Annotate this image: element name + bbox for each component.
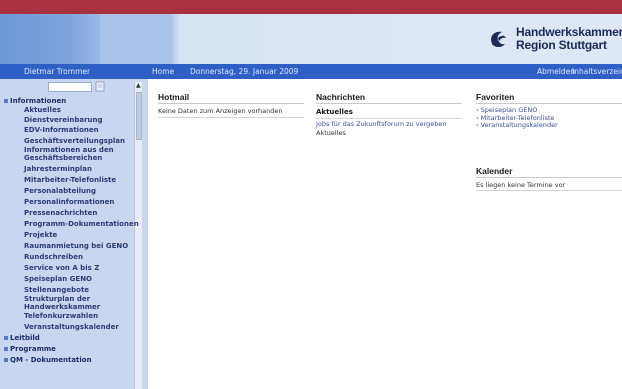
sidebar-item[interactable]: Mitarbeiter-Telefonliste: [24, 176, 116, 184]
sidebar-group-label: Informationen: [10, 97, 67, 105]
logo[interactable]: Handwerkskammer Region Stuttgart: [488, 24, 622, 54]
sidebar: ▲ Informationen Aktuelles Dienstvereinba…: [0, 79, 148, 389]
sidebar-item[interactable]: Raumanmietung bei GENO: [24, 242, 128, 250]
sidebar-item[interactable]: Jahresterminplan: [24, 165, 92, 173]
hotmail-panel: Hotmail Keine Daten zum Anzeigen vorhand…: [158, 92, 304, 118]
favorite-link[interactable]: › Veranstaltungskalender: [476, 121, 622, 130]
sidebar-item[interactable]: Veranstaltungskalender: [24, 323, 119, 331]
sidebar-item[interactable]: Geschäftsverteilungsplan: [24, 137, 125, 145]
news-link[interactable]: Jobs für das Zukunftsforum zu vergeben: [316, 120, 462, 129]
home-link[interactable]: Home: [152, 64, 174, 79]
sidebar-group-leitbild[interactable]: Leitbild: [4, 334, 40, 342]
sidebar-group-qm[interactable]: QM - Dokumentation: [4, 356, 92, 364]
sidebar-item[interactable]: Dienstvereinbarung: [24, 116, 103, 124]
header-banner: Handwerkskammer Region Stuttgart: [0, 14, 622, 64]
sidebar-item[interactable]: Programm-Dokumentationen: [24, 220, 139, 228]
sidebar-item[interactable]: Strukturplan der: [24, 295, 90, 303]
scroll-up-icon[interactable]: ▲: [136, 83, 142, 89]
news-category: Aktuelles: [316, 128, 346, 137]
sidebar-group-label: Programme: [10, 345, 56, 353]
sidebar-group-programme[interactable]: Programme: [4, 345, 56, 353]
sidebar-item[interactable]: Service von A bis Z: [24, 264, 99, 272]
sidebar-search-input[interactable]: [48, 82, 92, 92]
sidebar-group-label: Leitbild: [10, 334, 40, 342]
logout-link[interactable]: Abmelden: [537, 64, 575, 79]
sidebar-item[interactable]: EDV-Informationen: [24, 126, 99, 134]
divider: [316, 118, 462, 119]
sidebar-item[interactable]: Personalinformationen: [24, 198, 114, 206]
divider: [158, 117, 304, 118]
sidebar-item[interactable]: Telefonkurzwahlen: [24, 312, 98, 320]
sidebar-item[interactable]: Stellenangebote: [24, 286, 89, 294]
favoriten-panel: Favoriten › Speiseplan GENO › Mitarbeite…: [476, 92, 622, 130]
expand-icon: [4, 336, 8, 340]
scroll-thumb[interactable]: [136, 92, 142, 140]
org-name: Handwerkskammer Region Stuttgart: [516, 26, 622, 52]
banner-segment: [100, 14, 172, 64]
sidebar-item[interactable]: Projekte: [24, 231, 57, 239]
expand-icon: [4, 99, 8, 103]
notepad-icon[interactable]: [95, 81, 105, 92]
user-name: Dietmar Trommer: [24, 67, 91, 76]
org-name-line2: Region Stuttgart: [516, 38, 607, 52]
hwk-logo-icon: [491, 31, 506, 47]
sidebar-group-informationen[interactable]: Informationen: [4, 97, 66, 105]
nachrichten-title: Nachrichten: [316, 92, 462, 104]
expand-icon: [4, 347, 8, 351]
nachrichten-section: Aktuelles: [316, 108, 353, 116]
sidebar-item-cont[interactable]: Handwerkskammer: [24, 303, 100, 311]
sidebar-scrollbar[interactable]: ▲: [134, 82, 142, 389]
sidebar-item-cont[interactable]: Geschäftsbereichen: [24, 154, 102, 162]
sidebar-group-label: QM - Dokumentation: [10, 356, 92, 364]
favorite-link-label: Veranstaltungskalender: [480, 121, 558, 129]
hotmail-title: Hotmail: [158, 92, 304, 104]
sidebar-item[interactable]: Aktuelles: [24, 106, 61, 114]
sidebar-item[interactable]: Informationen aus den: [24, 146, 114, 154]
kalender-empty-text: Es liegen keine Termine vor: [476, 181, 622, 191]
expand-icon: [4, 358, 8, 362]
kalender-title: Kalender: [476, 166, 622, 178]
nachrichten-panel: Nachrichten Aktuelles Jobs für das Zukun…: [316, 92, 462, 137]
sidebar-item[interactable]: Pressenachrichten: [24, 209, 97, 217]
sidebar-item[interactable]: Personalabteilung: [24, 187, 96, 195]
favoriten-title: Favoriten: [476, 92, 622, 104]
hotmail-empty-text: Keine Daten zum Anzeigen vorhanden: [158, 107, 283, 115]
sidebar-item[interactable]: Speiseplan GENO: [24, 275, 92, 283]
top-navbar: Dietmar Trommer Home Donnerstag, 29. Jan…: [0, 64, 622, 79]
current-date: Donnerstag, 29. Januar 2009: [190, 67, 299, 76]
top-stripe: [0, 0, 622, 14]
sidebar-item[interactable]: Rundschreiben: [24, 253, 83, 261]
index-link[interactable]: Inhaltsverzeichn: [572, 64, 622, 79]
